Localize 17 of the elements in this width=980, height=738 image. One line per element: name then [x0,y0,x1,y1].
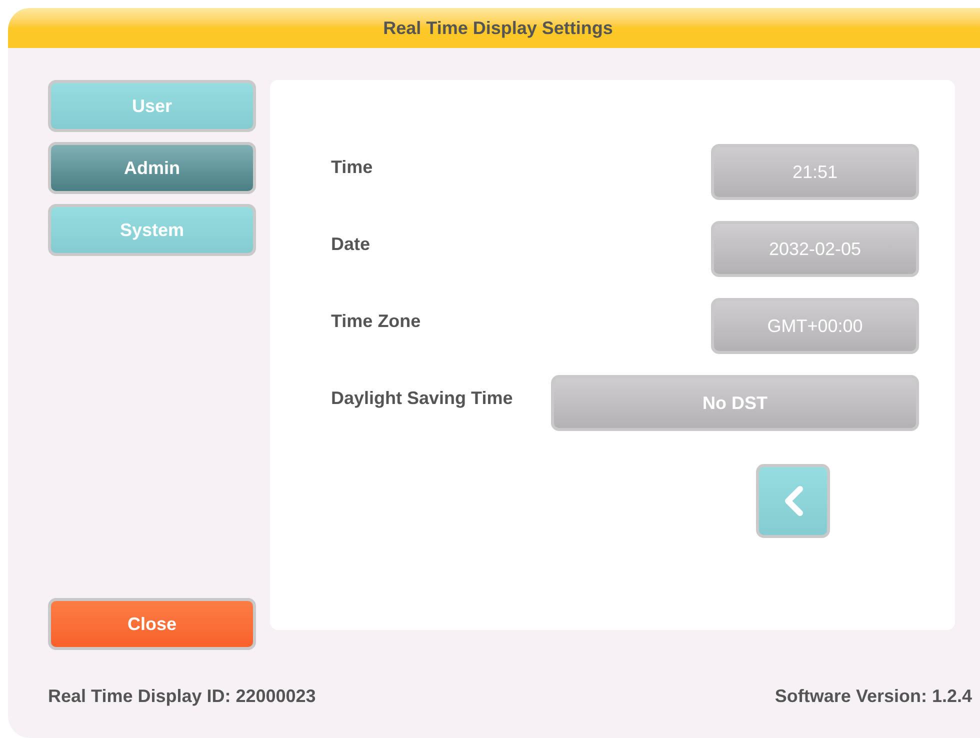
nav-tab[interactable]: Admin [48,142,256,194]
value-button[interactable]: 2032-02-05 [711,221,919,277]
setting-label: Time Zone [331,310,421,333]
chevron-left-icon [782,485,804,517]
setting-label: Daylight Saving Time [331,387,513,410]
setting-label: Date [331,233,370,256]
setting-label: Time [331,156,373,179]
software-version: Software Version: 1.2.4 [774,684,972,708]
nav-tab[interactable]: User [48,80,256,132]
nav-tab[interactable]: System [48,204,256,256]
value-button[interactable]: 21:51 [711,144,919,200]
value-button[interactable]: GMT+00:00 [711,298,919,354]
value-button[interactable]: No DST [551,375,919,431]
close-button[interactable]: Close [48,598,256,650]
back-button[interactable] [756,464,830,538]
window-title: Real Time Display Settings [383,16,613,40]
display-id: Real Time Display ID: 22000023 [48,684,316,708]
